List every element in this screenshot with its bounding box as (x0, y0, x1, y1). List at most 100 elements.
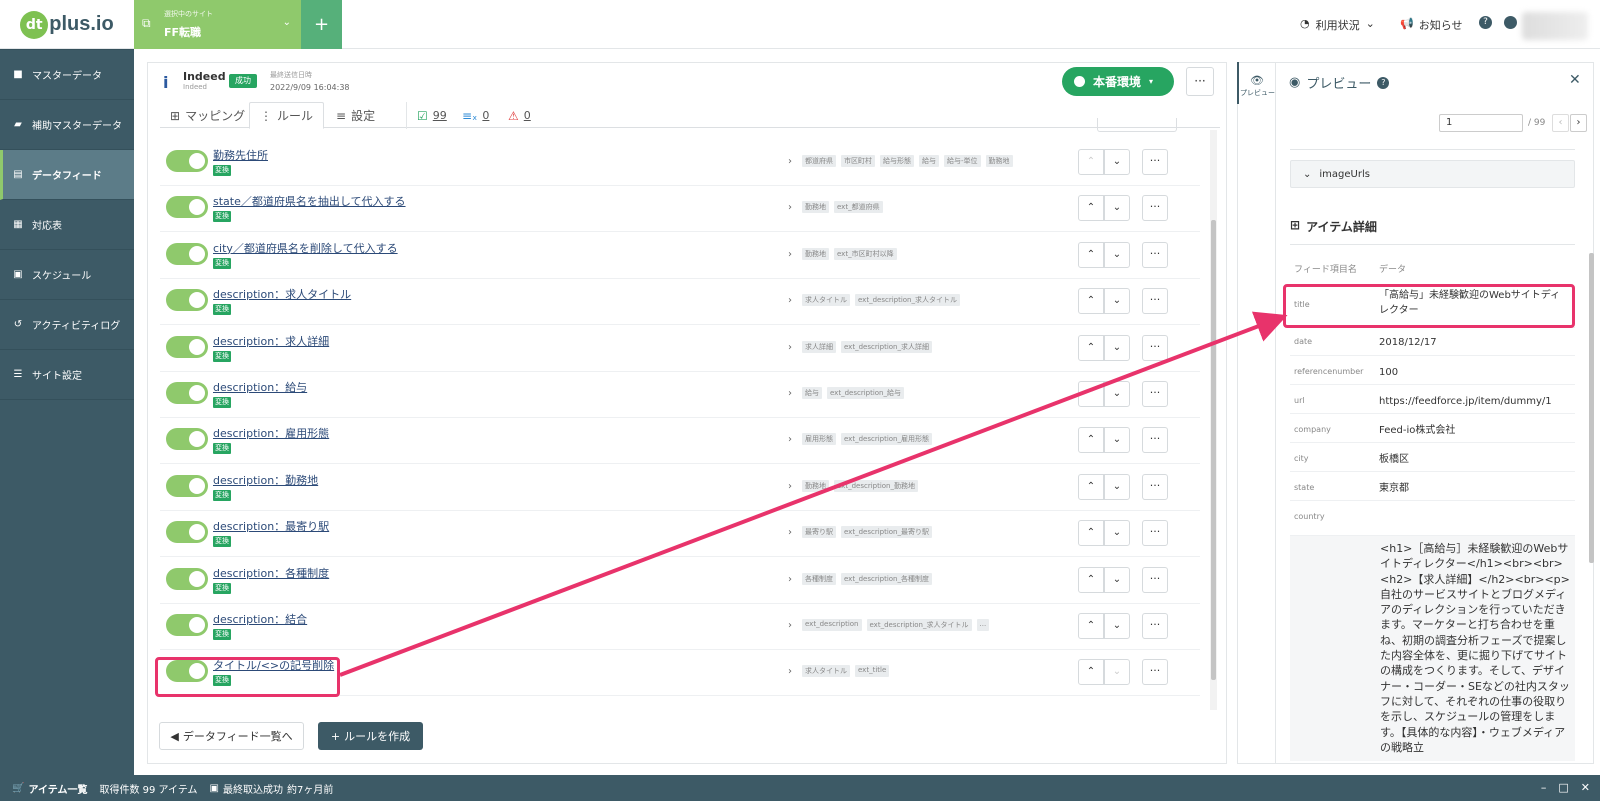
imageurls-section[interactable]: ⌄ imageUrls (1290, 160, 1575, 188)
help-icon[interactable]: ? (1479, 16, 1492, 29)
notice-menu[interactable]: 📢 お知らせ (1400, 17, 1462, 33)
more-options-button[interactable]: ··· (1186, 67, 1214, 96)
site-selector[interactable]: ⧉ 選択中のサイト FF転職 ⌄ (134, 0, 301, 49)
user-icon[interactable] (1504, 16, 1517, 29)
rule-options-button[interactable]: ··· (1142, 613, 1168, 639)
move-up-button[interactable]: ⌃ (1078, 241, 1104, 268)
maximize-icon[interactable]: □ (1558, 781, 1568, 794)
move-up-button[interactable]: ⌃ (1078, 566, 1104, 593)
rule-enabled-toggle[interactable] (166, 474, 208, 497)
minimize-icon[interactable]: – (1541, 781, 1547, 794)
close-icon[interactable]: ✕ (1569, 72, 1581, 88)
move-down-button[interactable]: ⌄ (1104, 334, 1130, 361)
rule-enabled-toggle[interactable] (166, 521, 208, 544)
move-up-button[interactable]: ⌃ (1078, 427, 1104, 454)
sidebar-item-mapping-table[interactable]: ▦ 対応表 (0, 200, 134, 250)
rule-name-link[interactable]: description：勤務地 (213, 472, 318, 488)
move-up-button[interactable]: ⌃ (1078, 195, 1104, 222)
sidebar-item-activity-log[interactable]: ↺ アクティビティログ (0, 300, 134, 350)
rule-options-button[interactable]: ··· (1142, 195, 1168, 222)
preview-toggle[interactable] (1237, 62, 1276, 764)
rule-name-link[interactable]: description：給与 (213, 379, 307, 395)
move-down-button[interactable]: ⌄ (1104, 381, 1130, 407)
move-down-button[interactable]: ⌄ (1104, 241, 1130, 268)
rule-options-button[interactable]: ··· (1142, 566, 1168, 593)
rule-enabled-toggle[interactable] (166, 335, 208, 358)
rule-enabled-toggle[interactable] (166, 289, 208, 312)
move-up-button[interactable]: ⌃ (1078, 149, 1104, 175)
rule-name-link[interactable]: description：最寄り駅 (213, 518, 329, 534)
move-up-button[interactable]: ⌃ (1078, 334, 1104, 361)
move-down-button[interactable]: ⌄ (1104, 613, 1130, 639)
rule-name-link[interactable]: state／都道府県名を抽出して代入する (213, 193, 406, 209)
rule-options-button[interactable]: ··· (1142, 288, 1168, 315)
rule-enabled-toggle[interactable] (166, 567, 208, 590)
rule-options-button[interactable]: ··· (1142, 149, 1168, 175)
move-down-button[interactable]: ⌄ (1104, 659, 1130, 686)
rule-name-link[interactable]: description：結合 (213, 611, 307, 627)
help-icon[interactable]: ? (1377, 76, 1390, 89)
rule-name-link[interactable]: description：求人詳細 (213, 333, 329, 349)
rule-enabled-toggle[interactable] (166, 614, 208, 636)
move-up-button[interactable]: ⌃ (1078, 613, 1104, 639)
user-name-blurred[interactable] (1522, 12, 1588, 40)
app-logo[interactable]: dt plus.io (0, 0, 134, 49)
preview-scrollbar[interactable] (1588, 148, 1595, 761)
usage-menu[interactable]: ◔ 利用状況 ⌄ (1300, 17, 1375, 33)
environment-button[interactable]: 本番環境 ▾ (1062, 67, 1174, 96)
next-page-button[interactable]: › (1570, 114, 1587, 132)
close-icon[interactable]: ✕ (1581, 781, 1590, 794)
sidebar-item-master-data[interactable]: ■ マスターデータ (0, 50, 134, 100)
rule-name-link[interactable]: description：求人タイトル (213, 286, 351, 302)
move-down-button[interactable]: ⌄ (1104, 520, 1130, 547)
scroll-thumb[interactable] (1211, 220, 1216, 680)
rule-name-link[interactable]: description：雇用形態 (213, 425, 329, 441)
items-list-link[interactable]: アイテム一覧 (28, 781, 87, 796)
move-up-button[interactable]: ⌃ (1078, 381, 1104, 407)
tab-settings[interactable]: ≡ 設定 (336, 102, 375, 129)
rule-name-link[interactable]: 勤務先住所 (213, 147, 268, 163)
move-up-button[interactable]: ⌃ (1078, 288, 1104, 315)
page-number-input[interactable]: 1 (1439, 114, 1523, 132)
tab-mapping[interactable]: ⊞ マッピング (170, 102, 245, 129)
tab-success-count[interactable]: ☑ 99 (406, 102, 447, 129)
sidebar-item-sub-master-data[interactable]: ▰ 補助マスターデータ (0, 100, 134, 150)
move-up-button[interactable]: ⌃ (1078, 520, 1104, 547)
move-down-button[interactable]: ⌄ (1104, 195, 1130, 222)
move-down-button[interactable]: ⌄ (1104, 566, 1130, 593)
rule-options-button[interactable]: ··· (1142, 381, 1168, 407)
tab-rules[interactable]: ⋮ ルール (249, 102, 325, 129)
sidebar-item-site-settings[interactable]: ☰ サイト設定 (0, 350, 134, 400)
tab-warning-count[interactable]: ⚠ 0 (508, 102, 531, 129)
check-icon: ☑ (417, 108, 428, 123)
scroll-thumb[interactable] (1589, 253, 1594, 563)
move-down-button[interactable]: ⌄ (1104, 288, 1130, 315)
rule-options-button[interactable]: ··· (1142, 427, 1168, 454)
move-down-button[interactable]: ⌄ (1104, 427, 1130, 454)
rule-options-button[interactable]: ··· (1142, 520, 1168, 547)
tab-excluded-count[interactable]: ≡ₓ 0 (462, 102, 489, 129)
rule-name-link[interactable]: city／都道府県名を削除して代入する (213, 240, 398, 256)
prev-page-button[interactable]: ‹ (1552, 114, 1569, 132)
move-up-button[interactable]: ⌃ (1078, 473, 1104, 500)
rule-options-button[interactable]: ··· (1142, 334, 1168, 361)
rule-enabled-toggle[interactable] (166, 242, 208, 265)
create-rule-button[interactable]: + ルールを作成 (318, 722, 423, 750)
rule-options-button[interactable]: ··· (1142, 473, 1168, 500)
move-down-button[interactable]: ⌄ (1104, 473, 1130, 500)
move-up-button[interactable]: ⌃ (1078, 659, 1104, 686)
rule-enabled-toggle[interactable] (166, 150, 208, 172)
rules-scrollbar[interactable] (1210, 130, 1217, 710)
rule-name-link[interactable]: description：各種制度 (213, 565, 329, 581)
rule-enabled-toggle[interactable] (166, 428, 208, 451)
rule-options-button[interactable]: ··· (1142, 241, 1168, 268)
rule-enabled-toggle[interactable] (166, 382, 208, 404)
sidebar-item-schedule[interactable]: ▣ スケジュール (0, 250, 134, 300)
back-to-feeds-button[interactable]: ◀ データフィード一覧へ (159, 722, 304, 750)
sidebar-item-data-feed[interactable]: ▤ データフィード (0, 150, 134, 200)
add-site-button[interactable]: + (301, 0, 342, 49)
list-header-button[interactable] (1097, 118, 1177, 132)
rule-options-button[interactable]: ··· (1142, 659, 1168, 686)
move-down-button[interactable]: ⌄ (1104, 149, 1130, 175)
rule-enabled-toggle[interactable] (166, 196, 208, 219)
